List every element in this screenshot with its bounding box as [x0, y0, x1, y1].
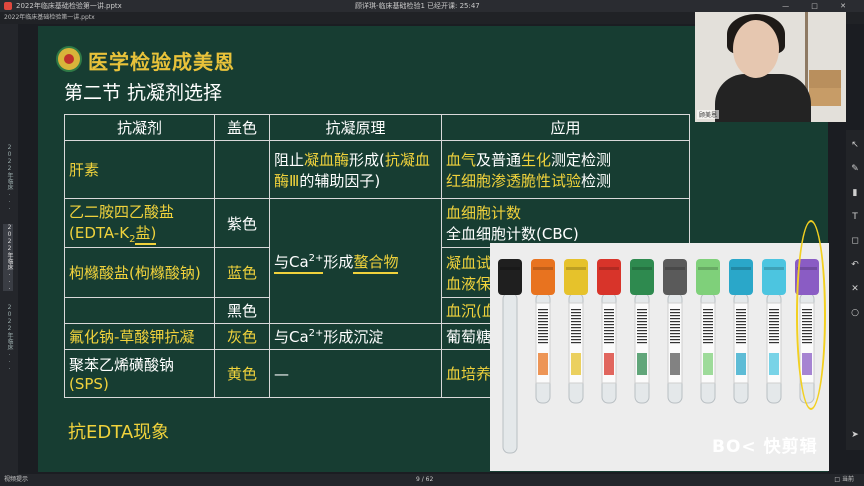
tube-7: [696, 259, 720, 404]
class-timer: 已经开课: 25:47: [427, 2, 480, 10]
annotation-toolbar: ↖ ✎ ▮ T ◻ ↶ ✕ ○ ➤: [846, 130, 864, 450]
color-citrate-black: 黑色: [214, 297, 270, 324]
color-edta: 紫色: [214, 198, 270, 248]
presenter-body: [715, 74, 811, 122]
app-logo-icon: [4, 2, 12, 10]
annotation-oval: [796, 220, 826, 410]
document-tab[interactable]: 2022年临床基础检验第一讲.pptx: [4, 14, 95, 21]
pen-icon[interactable]: ✎: [850, 164, 860, 174]
tube-3: [564, 259, 588, 404]
shape-icon[interactable]: ○: [850, 308, 860, 318]
arrow-icon[interactable]: ↖: [850, 140, 860, 150]
kuaijianji-watermark: BO< 快剪辑: [712, 437, 818, 457]
rail-tab-3[interactable]: 2022年临床...: [3, 304, 13, 371]
title-bar: 2022年临床基础检验第一讲.pptx 顾详琪-临床基础检验1 已经开课: 25…: [0, 0, 864, 12]
name-citrate: 枸橼酸盐(枸橼酸钠): [64, 247, 215, 298]
webcam-name-label: 顾美恩: [697, 110, 720, 119]
window-title: 顾详琪-临床基础检验1: [355, 2, 425, 10]
principle-citrate: 与Ca2+形成螯合物: [269, 198, 442, 324]
table-header-row: 抗凝剂 盖色 抗凝原理 应用: [64, 114, 690, 141]
header-application: 应用: [441, 114, 690, 141]
name-edta: 乙二胺四乙酸盐 (EDTA-K2盐): [64, 198, 215, 248]
file-name: 2022年临床基础检验第一讲.pptx: [16, 2, 122, 10]
highlighter-icon[interactable]: ▮: [850, 188, 860, 198]
window-controls[interactable]: — □ ✕: [782, 0, 856, 12]
eraser-icon[interactable]: ◻: [850, 236, 860, 246]
brand-name: 医学检验成美恩: [88, 50, 235, 74]
tube-2: [531, 259, 555, 404]
rail-tab-2[interactable]: 2022年临床...: [3, 224, 13, 291]
color-heparin: [214, 140, 270, 199]
table-row: 肝素 阻止凝血酶形成(抗凝血酶Ⅲ的辅助因子) 血气及普通生化测定检测 红细胞渗透…: [64, 140, 690, 199]
table-row: 乙二胺四乙酸盐 (EDTA-K2盐) 紫色 与Ca2+形成螯合物 血细胞计数 全…: [64, 198, 690, 324]
edta-phenomenon-note: 抗EDTA现象: [68, 422, 170, 443]
clear-icon[interactable]: ✕: [850, 284, 860, 294]
undo-icon[interactable]: ↶: [850, 260, 860, 270]
header-principle: 抗凝原理: [269, 114, 442, 141]
tube-8: [729, 259, 753, 404]
application-heparin: 血气及普通生化测定检测 红细胞渗透脆性试验检测: [441, 140, 690, 199]
name-heparin: 肝素: [64, 140, 215, 199]
header-cap-color: 盖色: [214, 114, 270, 141]
color-fluoride: 灰色: [214, 323, 270, 350]
tube-6: [663, 259, 687, 404]
color-citrate-blue: 蓝色: [214, 247, 270, 298]
principle-fluoride: 与Ca2+形成沉淀: [269, 323, 442, 350]
name-fluoride: 氟化钠-草酸钾抗凝: [64, 323, 215, 350]
slide-thumbnail-rail: 2022年临床... 2022年临床... 2022年临床...: [0, 24, 18, 474]
text-icon[interactable]: T: [850, 212, 860, 222]
pointer-icon[interactable]: ➤: [850, 430, 860, 440]
tube-9: [762, 259, 786, 404]
tube-4: [597, 259, 621, 404]
application-edta: 血细胞计数 全血细胞计数(CBC): [441, 198, 690, 248]
brand-logo-icon: [56, 46, 82, 72]
color-sps: 黄色: [214, 349, 270, 398]
rail-tab-1[interactable]: 2022年临床...: [3, 144, 13, 211]
presenter-face: [733, 20, 779, 78]
status-right: □ 当前: [834, 476, 854, 483]
tube-5: [630, 259, 654, 404]
principle-sps: —: [269, 349, 442, 398]
slide-title: 第二节 抗凝剂选择: [64, 82, 223, 104]
status-left: 视频提示: [4, 476, 29, 483]
principle-heparin: 阻止凝血酶形成(抗凝血酶Ⅲ的辅助因子): [269, 140, 442, 199]
name-sps: 聚苯乙烯磺酸钠 (SPS): [64, 349, 215, 398]
webcam-preview[interactable]: 顾美恩: [695, 12, 846, 122]
status-bar: 视频提示 9 / 62 □ 当前: [0, 474, 864, 486]
header-anticoagulant: 抗凝剂: [64, 114, 215, 141]
slide-pager[interactable]: 9 / 62: [416, 474, 433, 486]
tube-1: [498, 259, 522, 454]
